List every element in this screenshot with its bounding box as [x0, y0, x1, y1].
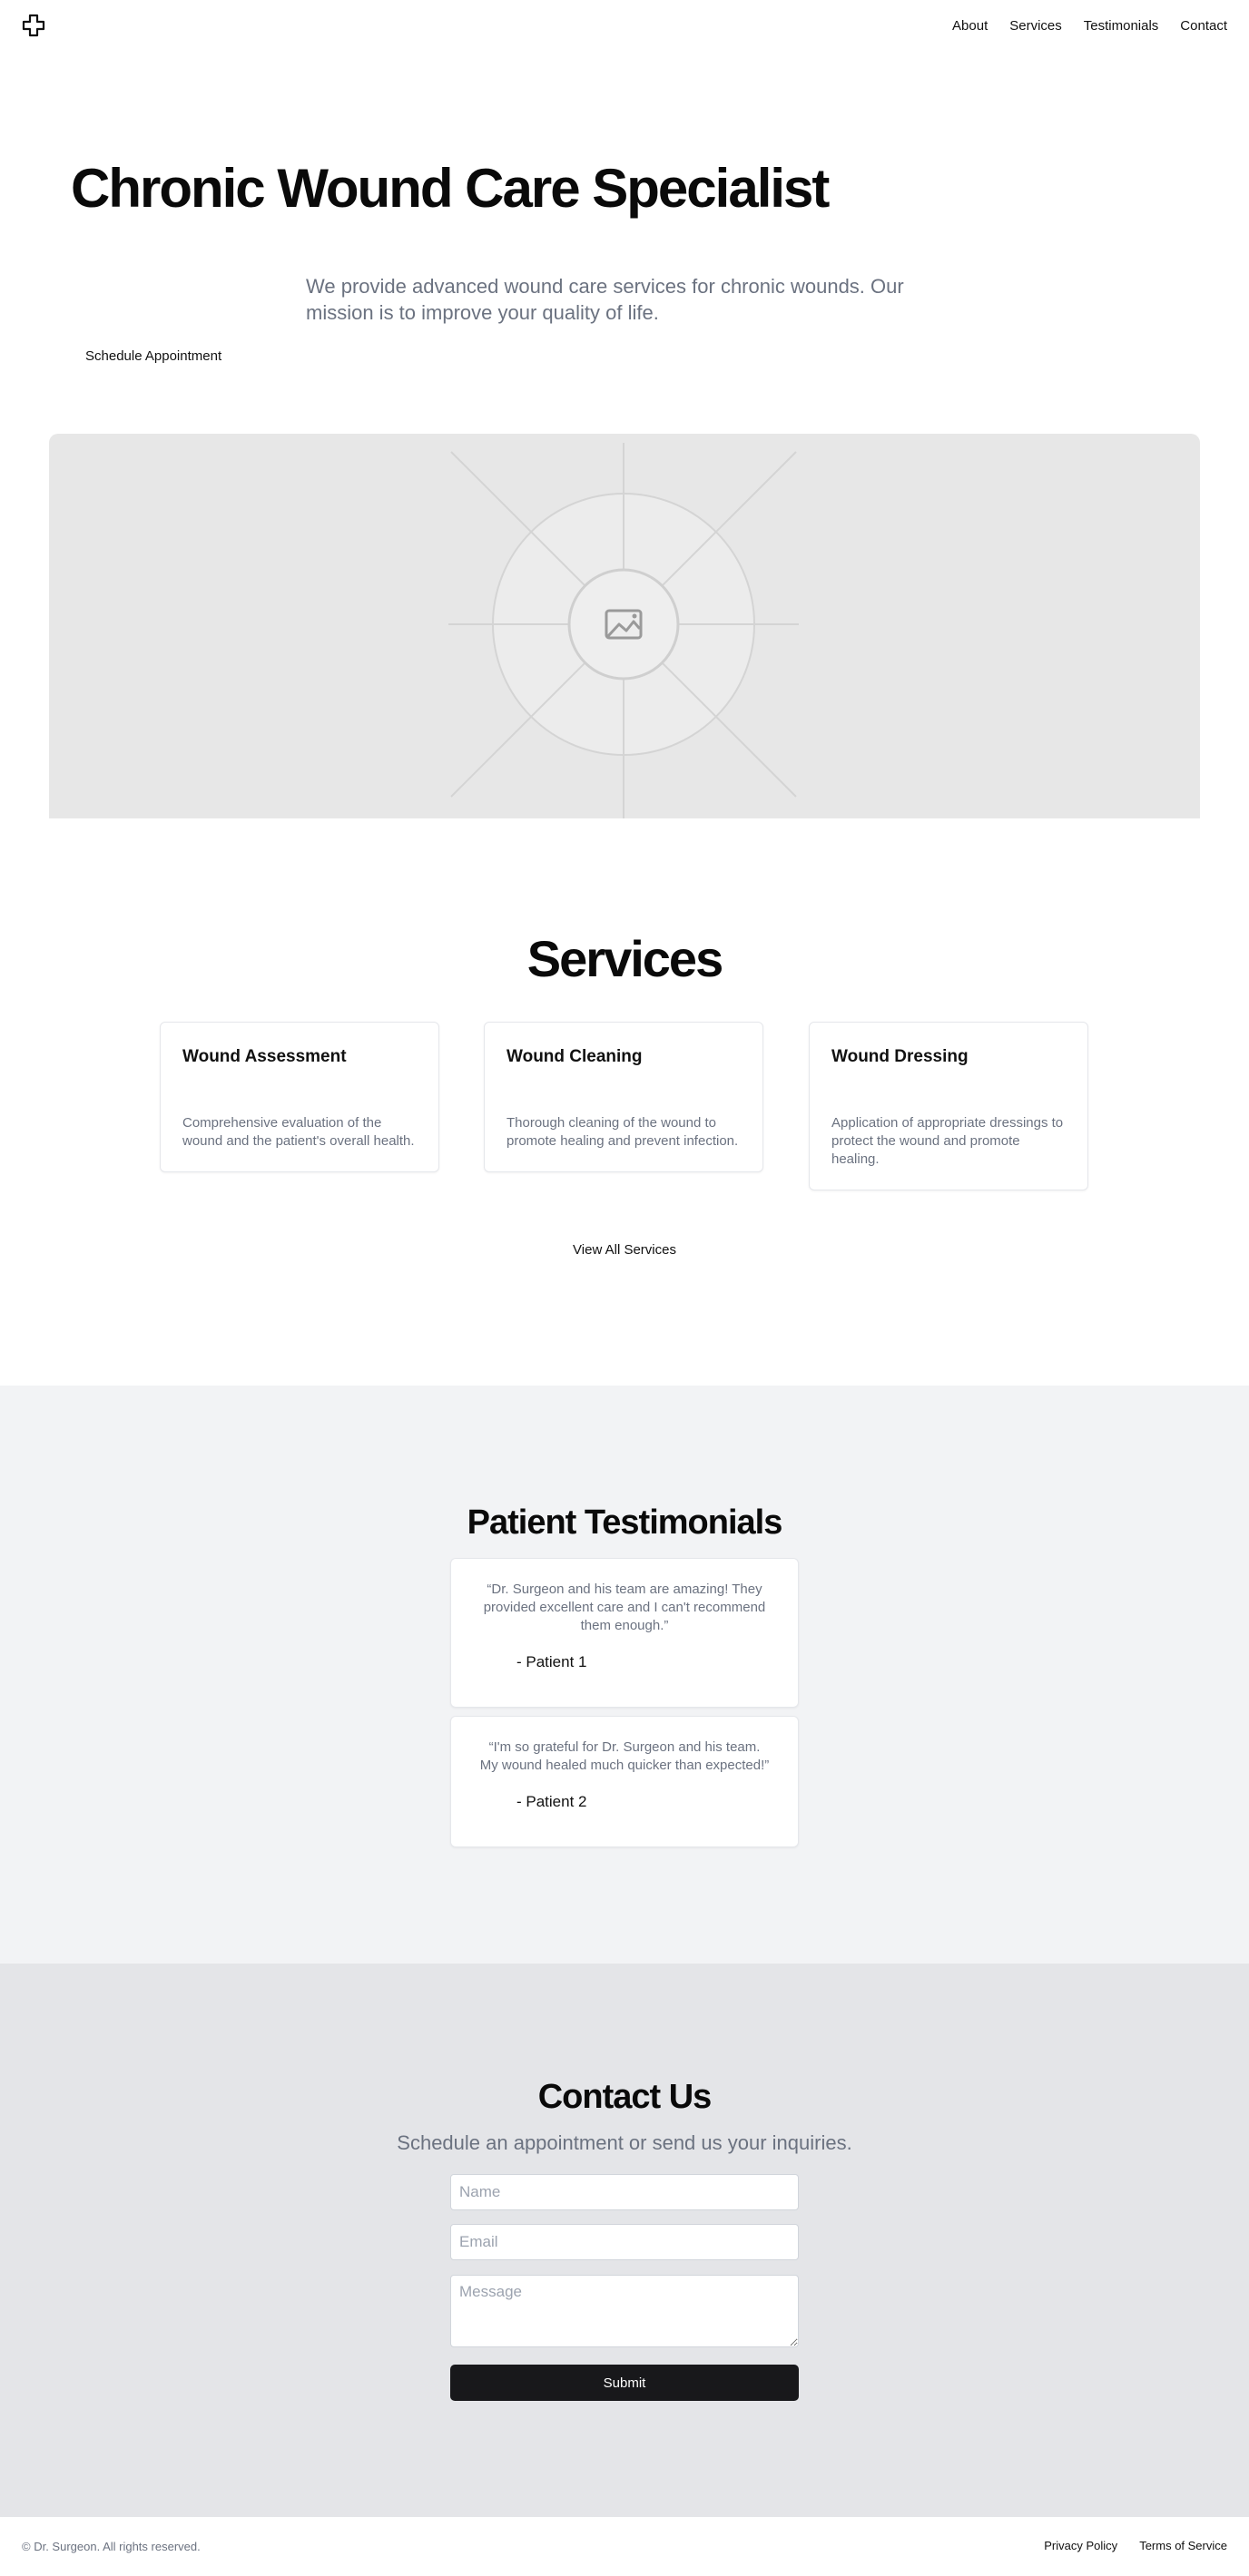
- service-card-title: Wound Dressing: [831, 1047, 969, 1066]
- name-input[interactable]: [450, 2174, 799, 2210]
- nav-link-about[interactable]: About: [952, 18, 988, 34]
- testimonial-quote: “Dr. Surgeon and his team are amazing! T…: [483, 1582, 766, 1633]
- schedule-appointment-button[interactable]: Schedule Appointment: [85, 348, 221, 364]
- testimonial-card: “Dr. Surgeon and his team are amazing! T…: [450, 1558, 799, 1708]
- footer-links: Privacy Policy Terms of Service: [1044, 2539, 1227, 2552]
- service-card-title: Wound Cleaning: [506, 1047, 643, 1066]
- testimonial-card: “I'm so grateful for Dr. Surgeon and his…: [450, 1716, 799, 1847]
- contact-section: Contact Us Schedule an appointment or se…: [0, 1964, 1249, 2517]
- nav-link-contact[interactable]: Contact: [1180, 18, 1227, 34]
- site-header: About Services Testimonials Contact: [0, 0, 1249, 51]
- privacy-policy-link[interactable]: Privacy Policy: [1044, 2539, 1117, 2552]
- service-card-title: Wound Assessment: [182, 1047, 347, 1066]
- view-all-services: View All Services: [0, 1242, 1249, 1258]
- hero-image-placeholder: [49, 434, 1200, 818]
- site-footer: © Dr. Surgeon. All rights reserved. Priv…: [0, 2517, 1249, 2576]
- hero-subtitle: We provide advanced wound care services …: [306, 275, 904, 324]
- image-placeholder-graphic: [448, 443, 799, 818]
- footer-copyright: © Dr. Surgeon. All rights reserved.: [22, 2540, 201, 2553]
- service-card-description: Application of appropriate dressings to …: [831, 1115, 1064, 1167]
- email-input[interactable]: [450, 2224, 799, 2260]
- service-card-wound-dressing[interactable]: Wound Dressing Application of appropriat…: [809, 1022, 1088, 1190]
- testimonial-author: - Patient 1: [516, 1653, 587, 1670]
- hero-title: Chronic Wound Care Specialist: [71, 158, 830, 219]
- contact-title: Contact Us: [537, 2078, 713, 2116]
- nav-link-services[interactable]: Services: [1009, 18, 1062, 34]
- message-textarea[interactable]: [450, 2275, 799, 2347]
- submit-button[interactable]: Submit: [450, 2365, 799, 2401]
- medical-cross-icon[interactable]: [22, 14, 45, 37]
- service-card-wound-cleaning[interactable]: Wound Cleaning Thorough cleaning of the …: [484, 1022, 763, 1172]
- service-card-description: Thorough cleaning of the wound to promot…: [506, 1115, 739, 1149]
- view-all-services-link[interactable]: View All Services: [573, 1242, 676, 1258]
- nav-link-testimonials[interactable]: Testimonials: [1084, 18, 1159, 34]
- contact-subtitle: Schedule an appointment or send us your …: [397, 2131, 852, 2154]
- service-card-description: Comprehensive evaluation of the wound an…: [182, 1115, 415, 1149]
- testimonials-title: Patient Testimonials: [467, 1503, 783, 1542]
- testimonials-section: Patient Testimonials “Dr. Surgeon and hi…: [0, 1386, 1249, 1964]
- testimonial-author: - Patient 2: [516, 1793, 587, 1810]
- testimonial-quote: “I'm so grateful for Dr. Surgeon and his…: [479, 1739, 770, 1773]
- page: About Services Testimonials Contact Chro…: [0, 0, 1249, 2576]
- services-title: Services: [526, 930, 723, 987]
- service-card-wound-assessment[interactable]: Wound Assessment Comprehensive evaluatio…: [160, 1022, 439, 1172]
- main-nav: About Services Testimonials Contact: [952, 0, 1227, 51]
- terms-of-service-link[interactable]: Terms of Service: [1139, 2539, 1227, 2552]
